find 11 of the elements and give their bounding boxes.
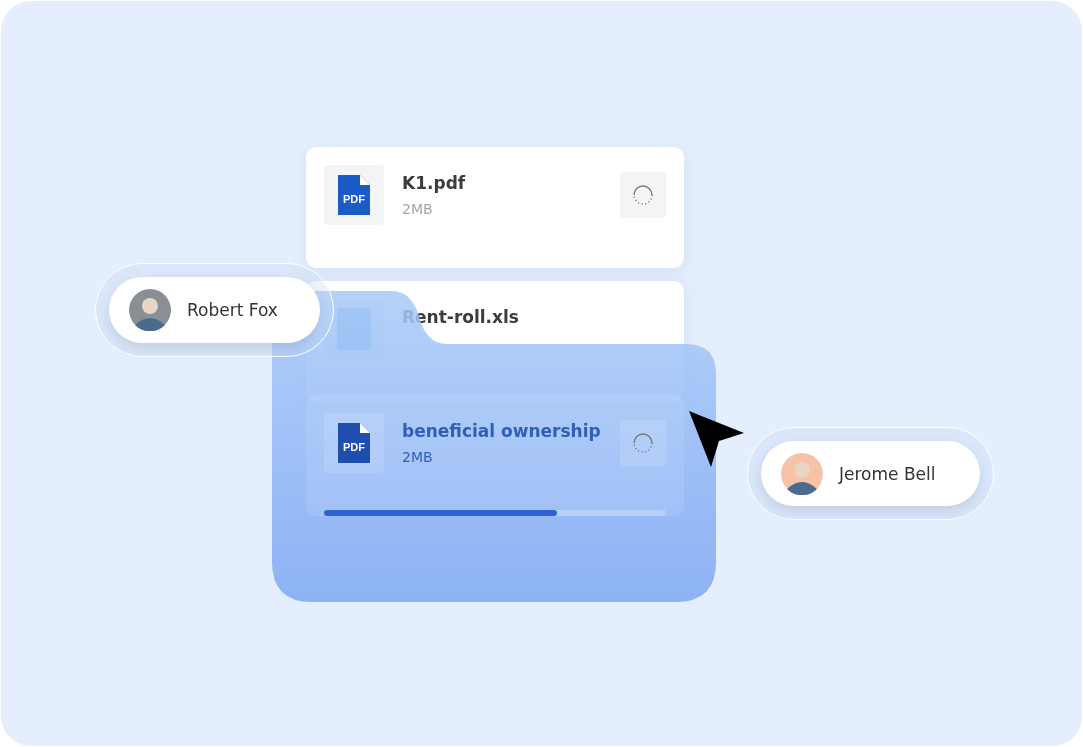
avatar-icon xyxy=(781,452,823,495)
cursor-icon xyxy=(689,411,744,467)
file-size: 2MB xyxy=(402,449,434,465)
avatar-icon xyxy=(129,289,171,331)
user-name: Robert Fox xyxy=(187,300,278,320)
file-name: K1.pdf xyxy=(402,173,467,193)
pdf-file-icon: PDF xyxy=(338,423,370,463)
user-name: Jerome Bell xyxy=(839,463,936,484)
file-name: beneficial ownership xyxy=(402,421,602,441)
pdf-file-icon: PDF xyxy=(338,175,370,215)
file-size: 2MB xyxy=(402,201,434,217)
